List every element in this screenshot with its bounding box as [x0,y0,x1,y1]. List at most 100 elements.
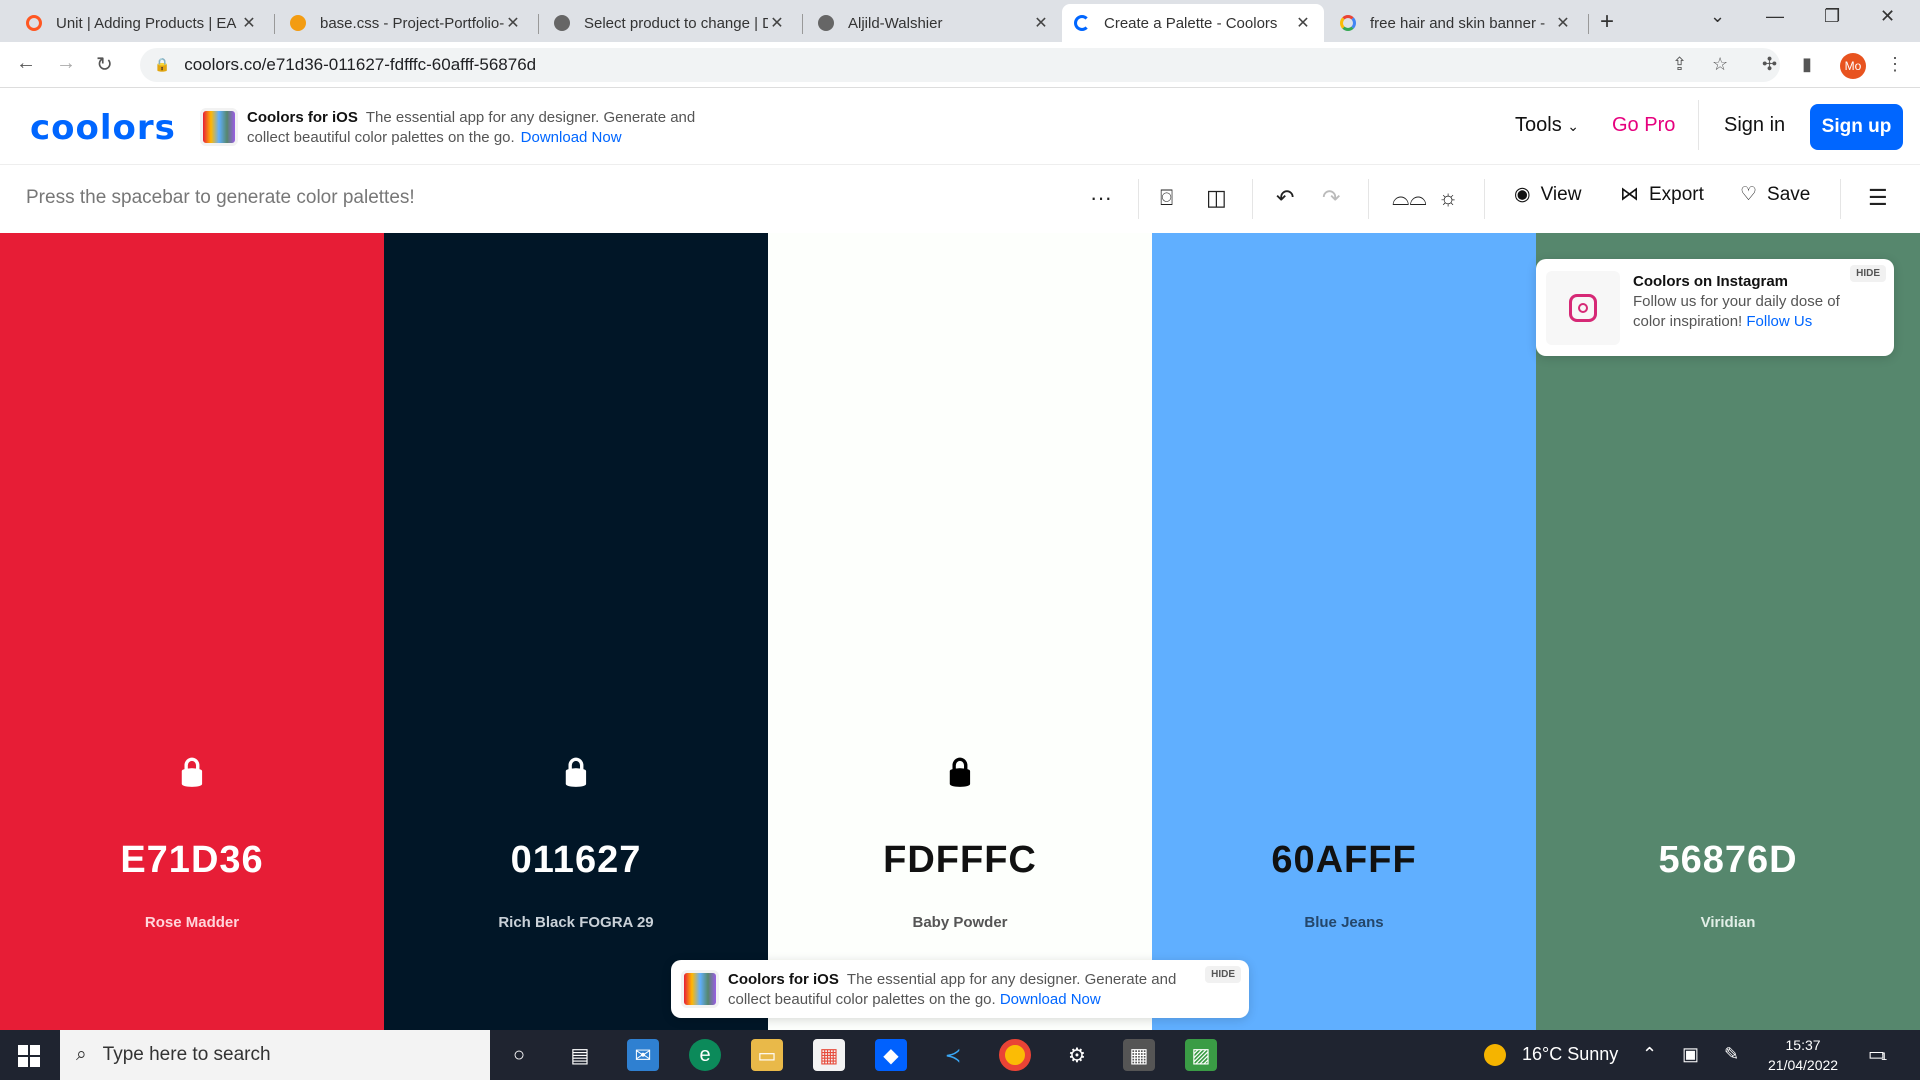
tab-separator [1588,14,1589,34]
close-icon[interactable]: ✕ [1554,13,1572,33]
browser-tab[interactable]: Unit | Adding Products | EA ✕ [14,4,270,42]
toolbar-divider [1840,179,1841,219]
eye-icon: ◉ [1514,184,1531,205]
clock[interactable]: 15:37 21/04/2022 [1768,1035,1838,1075]
minimize-icon[interactable]: — [1766,6,1784,27]
glasses-icon[interactable]: ⌓⌓ [1392,185,1427,211]
url-field[interactable]: 🔒 coolors.co/e71d36-011627-fdfffc-60afff… [140,48,1780,82]
color-swatch[interactable]: 🔒 FDFFFC Baby Powder [768,233,1152,1030]
color-swatch[interactable]: 🔒 011627 Rich Black FOGRA 29 [384,233,768,1030]
file-explorer-icon[interactable]: ▭ [751,1039,783,1071]
taskbar-search[interactable]: ⌕ Type here to search [60,1030,490,1080]
chrome-icon[interactable] [999,1039,1031,1071]
hex-code[interactable]: FDFFFC [768,839,1152,882]
hide-button[interactable]: HIDE [1205,966,1241,983]
app-thumbnail [200,108,238,146]
close-icon[interactable]: ✕ [1294,13,1312,33]
chevron-up-icon[interactable]: ⌃ [1642,1044,1657,1065]
tools-label: Tools [1515,114,1562,136]
browser-tab[interactable]: Select product to change | D ✕ [542,4,798,42]
photos-icon[interactable]: ▨ [1185,1039,1217,1071]
browser-tab[interactable]: Aljild-Walshier ✕ [806,4,1062,42]
lock-icon[interactable]: 🔒 [559,755,594,788]
windows-start-icon[interactable] [18,1045,40,1067]
cortana-icon[interactable]: ○ [503,1039,535,1071]
back-icon[interactable]: ← [16,52,36,75]
browser-tab[interactable]: base.css - Project-Portfolio- ✕ [278,4,534,42]
notifications-icon[interactable]: ▭1 [1868,1044,1887,1065]
instagram-popup-text: Coolors on Instagram Follow us for your … [1633,272,1873,332]
tab-title: Create a Palette - Coolors [1104,14,1278,32]
browser-tab[interactable]: free hair and skin banner - ✕ [1328,4,1584,42]
redo-icon[interactable]: ↷ [1322,185,1340,211]
windows-taskbar: ⌕ Type here to search ○ ▤ ✉ e ▭ ▦ ◆ ≺ ⚙ … [0,1030,1920,1080]
toolbar-divider [1252,179,1253,219]
lock-icon[interactable]: 🔒 [943,755,978,788]
color-swatch[interactable]: 🔒 E71D36 Rose Madder [0,233,384,1030]
close-window-icon[interactable]: ✕ [1880,6,1895,27]
tab-title: free hair and skin banner - [1370,14,1546,32]
tab-search-icon[interactable]: ⌄ [1710,6,1725,27]
close-icon[interactable]: ✕ [240,13,258,33]
hex-code[interactable]: 60AFFF [1152,839,1536,882]
forward-icon[interactable]: → [56,52,76,75]
more-options-icon[interactable]: ··· [1090,185,1112,211]
settings-gear-icon[interactable]: ⚙ [1061,1039,1093,1071]
download-now-link[interactable]: Download Now [1000,991,1101,1008]
sign-in-link[interactable]: Sign in [1724,114,1785,137]
side-panel-icon[interactable]: ▮ [1802,54,1812,75]
hamburger-menu-icon[interactable]: ☰ [1868,185,1888,211]
mail-icon[interactable]: ✉ [627,1039,659,1071]
close-icon[interactable]: ✕ [504,13,522,33]
restore-icon[interactable]: ❐ [1824,6,1840,27]
tools-menu[interactable]: Tools ⌄ [1515,114,1579,137]
camera-icon[interactable]: ⌼ [1160,185,1173,211]
profile-avatar[interactable]: Mo [1840,53,1866,79]
share-nodes-icon: ⋈ [1620,184,1639,205]
dropbox-icon[interactable]: ◆ [875,1039,907,1071]
follow-us-link[interactable]: Follow Us [1746,313,1812,330]
color-swatch[interactable]: 60AFFF Blue Jeans [1152,233,1536,1030]
pen-icon[interactable]: ✎ [1724,1044,1739,1065]
view-button[interactable]: ◉ View [1514,183,1581,206]
share-icon[interactable]: ⇪ [1672,54,1687,75]
toolbar-divider [1484,179,1485,219]
download-now-link[interactable]: Download Now [521,129,622,146]
coolors-logo[interactable]: coolors [30,108,176,148]
lock-icon[interactable]: 🔒 [175,755,210,788]
color-name: Rose Madder [144,914,240,931]
edge-icon[interactable]: e [689,1039,721,1071]
store-icon[interactable]: ▦ [813,1039,845,1071]
view-label: View [1540,183,1582,205]
sign-up-button[interactable]: Sign up [1810,104,1903,150]
menu-dots-icon[interactable]: ⋮ [1886,54,1904,75]
tab-separator [802,14,803,34]
extensions-icon[interactable]: ✣ [1762,54,1777,75]
reload-icon[interactable]: ↻ [96,52,113,77]
task-view-icon[interactable]: ▤ [564,1039,596,1071]
split-view-icon[interactable]: ◫ [1206,185,1227,211]
vscode-icon[interactable]: ≺ [937,1039,969,1071]
spacebar-hint: Press the spacebar to generate color pal… [26,187,415,208]
globe-icon [818,15,834,31]
meet-now-icon[interactable]: ▣ [1682,1044,1699,1065]
undo-icon[interactable]: ↶ [1276,185,1294,211]
hex-code[interactable]: 56876D [1536,839,1920,882]
close-icon[interactable]: ✕ [768,13,786,33]
notification-count: 1 [1881,1051,1888,1063]
close-icon[interactable]: ✕ [1032,13,1050,33]
tab-title: base.css - Project-Portfolio- [320,14,504,32]
go-pro-link[interactable]: Go Pro [1612,114,1675,137]
sun-icon[interactable]: ☼ [1438,185,1458,211]
calculator-icon[interactable]: ▦ [1123,1039,1155,1071]
browser-tab-active[interactable]: Create a Palette - Coolors ✕ [1062,4,1324,42]
hex-code[interactable]: 011627 [384,839,768,882]
new-tab-icon[interactable]: + [1600,8,1614,36]
url-text: coolors.co/e71d36-011627-fdfffc-60afff-5… [184,55,537,74]
weather-text[interactable]: 16°C Sunny [1522,1044,1618,1065]
export-button[interactable]: ⋈ Export [1620,183,1704,206]
star-icon[interactable]: ☆ [1712,54,1728,75]
hex-code[interactable]: E71D36 [0,839,384,882]
color-name: Viridian [1700,914,1756,931]
save-button[interactable]: ♡ Save [1740,183,1810,206]
